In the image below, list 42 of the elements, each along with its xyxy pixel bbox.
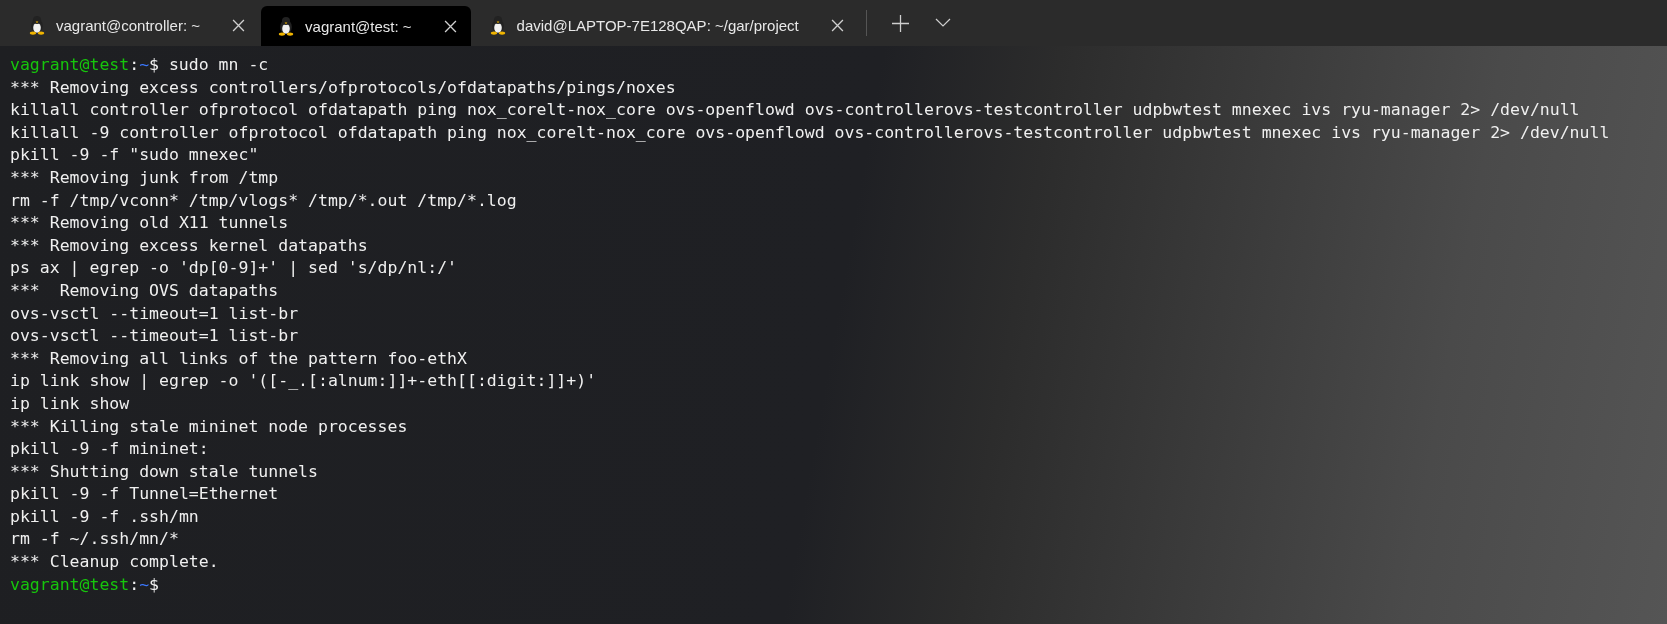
output-line: ip link show | egrep -o '([-_.[:alnum:]]+-eth[[:digit:]]+)'	[10, 371, 597, 391]
prompt-user-host: vagrant@test	[10, 55, 130, 74]
output-line: pkill -9 -f .ssh/mn	[10, 506, 199, 526]
prompt-path: ~	[139, 55, 150, 74]
output-line: pkill -9 -f mininet:	[10, 439, 209, 459]
penguin-icon	[28, 15, 46, 35]
output-line: *** Removing junk from /tmp	[10, 167, 279, 187]
output-line: rm -f ~/.ssh/mn/*	[10, 529, 179, 549]
chevron-down-icon[interactable]	[934, 18, 951, 28]
close-icon[interactable]	[232, 18, 246, 32]
output-line: ip link show	[10, 393, 130, 413]
output-line: *** Killing stale mininet node processes	[10, 416, 408, 436]
prompt-user-host: vagrant@test	[10, 574, 130, 594]
command-text: sudo mn -c	[168, 55, 269, 74]
output-line: killall -9 controller ofprotocol ofdatapath ping nox_corelt-nox_core ovs-openflowd ovs-controllerovs-testcontroller udpbwtest mnexec ivs ryu-manager 2> /dev/null	[10, 122, 1610, 142]
terminal-tab[interactable]: vagrant@test: ~	[261, 6, 471, 46]
penguin-icon	[488, 15, 507, 35]
output-line: rm -f /tmp/vconn* /tmp/vlogs* /tmp/*.out /tmp/*.log	[10, 190, 517, 210]
output-line: *** Removing all links of the pattern foo-ethX	[10, 348, 467, 368]
prompt-symbol: $	[149, 574, 160, 594]
output-line: ovs-vsctl --timeout=1 list-br	[10, 303, 299, 323]
output-line: *** Removing OVS datapaths	[10, 280, 279, 300]
output-line: pkill -9 -f Tunnel=Ethernet	[10, 484, 279, 504]
output-line: ovs-vsctl --timeout=1 list-br	[10, 326, 299, 346]
output-line: *** Shutting down stale tunnels	[10, 461, 318, 481]
close-icon[interactable]	[830, 18, 844, 32]
prompt-path: ~	[139, 574, 150, 594]
output-line: *** Removing old X11 tunnels	[10, 213, 289, 233]
terminal-tab[interactable]: vagrant@controller: ~	[12, 6, 260, 44]
output-line: ps ax | egrep -o 'dp[0-9]+' | sed 's/dp/nl:/'	[10, 258, 458, 278]
output-line: pkill -9 -f "sudo mnexec"	[10, 145, 259, 165]
prompt-symbol: $	[149, 55, 160, 74]
output-line: killall controller ofprotocol ofdatapath ping nox_corelt-nox_core ovs-openflowd ovs-controllerovs-testcontroller udpbwtest mnexec ivs ryu-manager 2> /dev/null	[10, 100, 1580, 120]
output-line: *** Removing excess kernel datapaths	[10, 235, 368, 255]
plus-icon[interactable]	[891, 14, 909, 32]
penguin-icon	[277, 16, 296, 36]
close-icon[interactable]	[443, 19, 457, 33]
output-line: *** Cleanup complete.	[10, 552, 219, 572]
prompt-separator: :	[129, 574, 140, 594]
output-line: *** Removing excess controllers/ofprotocols/ofdatapaths/pings/noxes	[10, 77, 676, 97]
prompt-separator: :	[129, 55, 140, 74]
terminal-tab[interactable]: david@LAPTOP-7E128QAP: ~/gar/project	[472, 6, 858, 44]
